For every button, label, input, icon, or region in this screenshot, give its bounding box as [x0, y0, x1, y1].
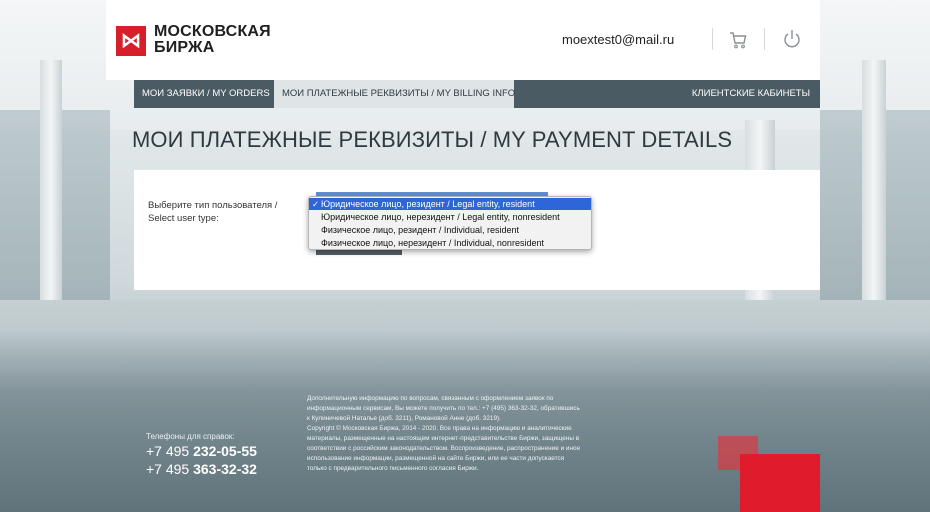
- option-individual-resident[interactable]: Физическое лицо, резидент / Individual, …: [309, 224, 591, 236]
- moex-logo-icon[interactable]: ⋈: [116, 26, 146, 56]
- tab-billing-info[interactable]: МОИ ПЛАТЕЖНЫЕ РЕКВИЗИТЫ / MY BILLING INF…: [274, 80, 515, 108]
- info-line: Дополнительную информацию по вопросам, с…: [307, 395, 554, 402]
- main-nav: МОИ ЗАЯВКИ / MY ORDERS МОИ ПЛАТЕЖНЫЕ РЕК…: [134, 80, 820, 108]
- header-divider: [712, 28, 713, 50]
- user-type-dropdown[interactable]: ✓ Юридическое лицо, резидент / Legal ent…: [308, 196, 592, 250]
- option-legal-resident[interactable]: ✓ Юридическое лицо, резидент / Legal ent…: [309, 198, 591, 210]
- phone-number: 232-05-55: [193, 443, 257, 459]
- header-divider: [764, 28, 765, 50]
- submit-button[interactable]: [316, 250, 402, 255]
- phone-number-2[interactable]: +7 495 363-32-32: [146, 461, 257, 477]
- info-line: только с предварительного письменного со…: [307, 465, 479, 472]
- option-legal-nonresident[interactable]: Юридическое лицо, нерезидент / Legal ent…: [309, 211, 591, 223]
- page-title: МОИ ПЛАТЕЖНЫЕ РЕКВИЗИТЫ / MY PAYMENT DET…: [132, 127, 733, 152]
- power-icon[interactable]: [782, 28, 802, 50]
- user-type-label-line-2: Select user type:: [148, 213, 219, 224]
- logo-line-1: МОСКОВСКАЯ: [154, 23, 271, 40]
- tab-my-orders[interactable]: МОИ ЗАЯВКИ / MY ORDERS: [134, 80, 278, 108]
- check-icon: ✓: [312, 199, 320, 209]
- info-line: соответствии с российским законодательст…: [307, 445, 581, 452]
- info-line: Copyright © Московская Биржа, 2014 - 202…: [307, 425, 572, 432]
- info-line: информационным сервисам, Вы можете получ…: [307, 405, 580, 412]
- info-line: материалы, размещенные на настоящем инте…: [307, 435, 580, 442]
- site-header: ⋈ МОСКОВСКАЯ БИРЖА moextest0@mail.ru: [106, 0, 820, 80]
- tab-client-cabinets[interactable]: КЛИЕНТСКИЕ КАБИНЕТЫ: [684, 80, 818, 108]
- info-line: использование информации, размещенной на…: [307, 455, 565, 462]
- info-line: к Кулиничевой Наталье (доб. 3211), Роман…: [307, 415, 501, 422]
- phone-prefix: +7 495: [146, 443, 190, 459]
- cart-icon[interactable]: [728, 30, 748, 50]
- logo-line-2: БИРЖА: [154, 39, 215, 56]
- footer-info-text: Дополнительную информацию по вопросам, с…: [307, 394, 659, 474]
- option-individual-nonresident[interactable]: Физическое лицо, нерезидент / Individual…: [309, 237, 591, 249]
- phone-number: 363-32-32: [193, 461, 257, 477]
- user-type-label-line-1: Выберите тип пользователя /: [148, 200, 278, 211]
- option-label: Юридическое лицо, резидент / Legal entit…: [321, 199, 535, 209]
- user-email[interactable]: moextest0@mail.ru: [562, 32, 674, 47]
- phone-prefix: +7 495: [146, 461, 190, 477]
- phone-number-1[interactable]: +7 495 232-05-55: [146, 443, 257, 459]
- phones-label: Телефоны для справок:: [146, 432, 235, 441]
- user-type-label: Выберите тип пользователя / Select user …: [148, 199, 277, 225]
- decorative-square: [740, 454, 820, 512]
- logo-text[interactable]: МОСКОВСКАЯ БИРЖА: [154, 24, 271, 56]
